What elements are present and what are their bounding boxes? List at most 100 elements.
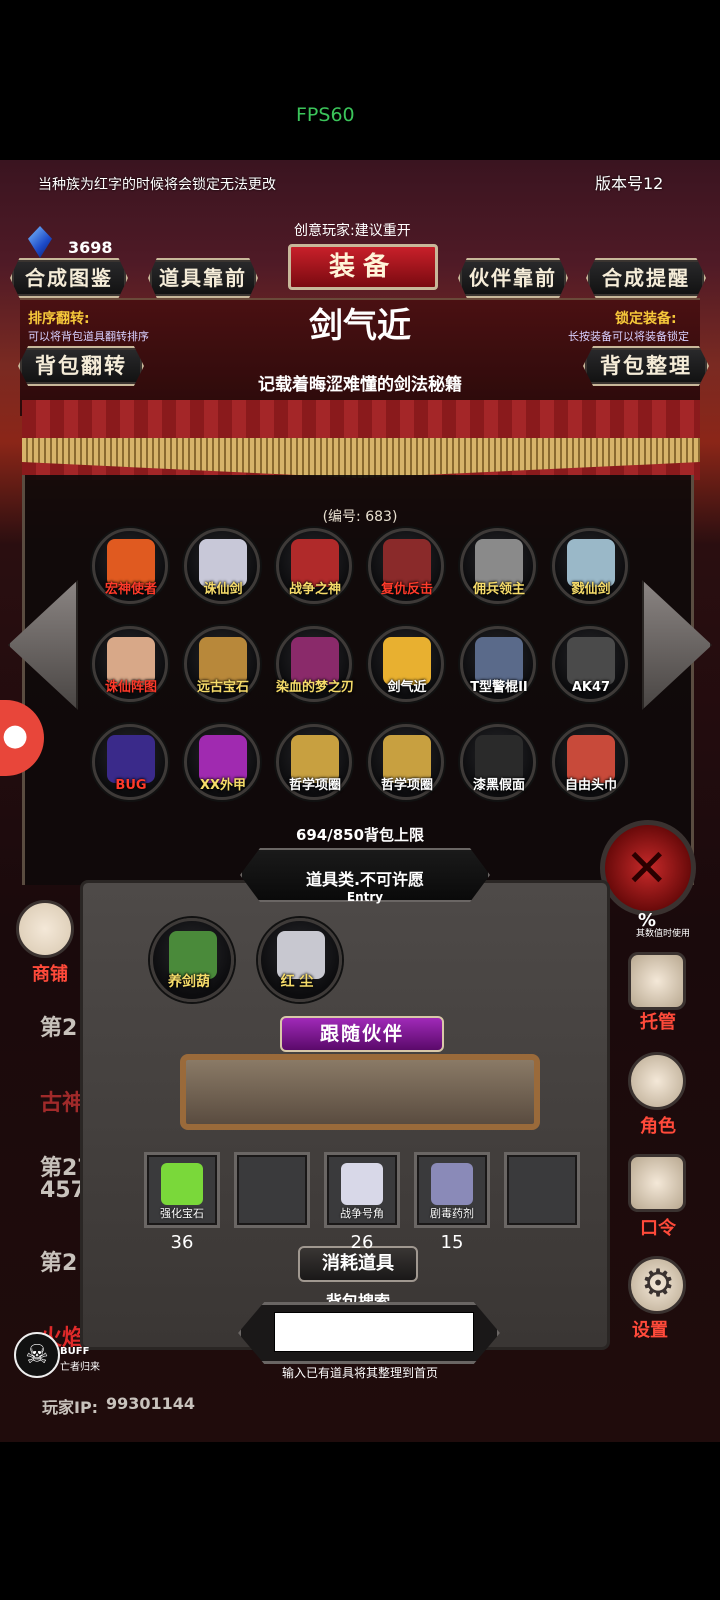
item-name: XX外甲 xyxy=(199,778,247,793)
inventory-slot[interactable]: 佣兵领主 xyxy=(460,528,536,604)
dice-icon[interactable] xyxy=(628,952,686,1010)
buff-label: BUFF xyxy=(60,1346,90,1357)
password-icon[interactable] xyxy=(628,1154,686,1212)
item-name: 宏神使者 xyxy=(104,582,157,597)
inventory-slot[interactable]: 诛仙剑 xyxy=(184,528,260,604)
inventory-slot[interactable]: 染血的梦之刃 xyxy=(276,626,354,702)
currency xyxy=(28,226,52,258)
selected-item-name: 剑气近 xyxy=(309,306,411,346)
inventory-slot[interactable]: T型警棍II xyxy=(460,626,536,702)
inventory-slot[interactable]: XX外甲 xyxy=(184,724,260,800)
shop-label[interactable]: 商铺 xyxy=(20,960,80,986)
version-label: 版本号12 xyxy=(595,174,664,193)
inventory-slot[interactable]: AK47 xyxy=(552,626,628,702)
equipped-slot[interactable]: 养剑葫 xyxy=(150,918,234,1002)
consumable-slot[interactable] xyxy=(504,1152,580,1228)
item-name: 复仇反击 xyxy=(380,582,433,597)
inventory-slot[interactable]: 哲学项圈 xyxy=(276,724,352,800)
item-name: 养剑葫 xyxy=(168,974,210,990)
item-name: 战争之神 xyxy=(288,582,341,597)
settings-label[interactable]: 设置 xyxy=(620,1316,680,1342)
item-name: 哲学项圈 xyxy=(380,778,433,793)
consumable-name: 剧毒药剂 xyxy=(430,1207,474,1220)
consumable-name: 战争号角 xyxy=(340,1207,384,1220)
password-label[interactable]: 口令 xyxy=(628,1214,688,1240)
inventory-slot[interactable]: 哲学项圈 xyxy=(368,724,444,800)
race-notice: 当种族为红字的时候将会锁定无法更改 xyxy=(38,177,276,193)
consumable-count: 36 xyxy=(170,1232,194,1253)
item-icon xyxy=(107,735,155,783)
item-name: 红 尘 xyxy=(280,974,314,990)
consumable-slot[interactable]: 剧毒药剂 xyxy=(414,1152,490,1228)
settings-icon[interactable]: ⚙ xyxy=(628,1256,686,1314)
buff-sub: 亡者归来 xyxy=(60,1362,100,1373)
inventory-slot[interactable]: 战争之神 xyxy=(276,528,352,604)
close-button[interactable]: ✕ xyxy=(600,820,696,916)
log-line: 第2 xyxy=(40,1016,78,1041)
items-first-button[interactable]: 道具靠前 xyxy=(148,258,258,298)
bag-capacity: 694/850背包上限 xyxy=(295,826,425,844)
inventory-slot[interactable]: 漆黑假面 xyxy=(460,724,536,800)
log-line: 第2 xyxy=(40,1251,78,1276)
role-label[interactable]: 角色 xyxy=(628,1112,688,1138)
fps-counter: FPS60 xyxy=(296,104,355,126)
rate-note: 其数值时使用 xyxy=(636,929,691,939)
creative-note: 创意玩家:建议重开 xyxy=(294,223,411,239)
item-name: AK47 xyxy=(571,680,611,695)
entry-sub: Entry xyxy=(346,890,384,904)
close-icon: ✕ xyxy=(625,839,669,899)
shop-icon[interactable] xyxy=(16,900,74,958)
inventory-slot[interactable]: BUG xyxy=(92,724,168,800)
consumable-count: 15 xyxy=(440,1232,464,1253)
consumable-name: 强化宝石 xyxy=(160,1207,204,1220)
gem-icon xyxy=(28,226,52,258)
inventory-slot[interactable]: 复仇反击 xyxy=(368,528,444,604)
item-name: 诛仙剑 xyxy=(203,582,243,597)
item-name: 剑气近 xyxy=(387,680,427,695)
item-icon xyxy=(161,1163,203,1205)
skull-icon[interactable]: ☠ xyxy=(14,1332,60,1378)
inventory-slot[interactable]: 剑气近 xyxy=(368,626,444,702)
partner-label: 跟随伙伴 xyxy=(280,1016,444,1052)
bag-flip-button[interactable]: 背包翻转 xyxy=(18,346,144,386)
compose-guide-button[interactable]: 合成图鉴 xyxy=(10,258,128,298)
item-icon xyxy=(431,1163,473,1205)
user-icon: ● xyxy=(2,718,29,753)
compose-remind-button[interactable]: 合成提醒 xyxy=(586,258,706,298)
item-name: 戮仙剑 xyxy=(571,582,611,597)
item-name: T型警棍II xyxy=(470,680,528,695)
role-icon[interactable] xyxy=(628,1052,686,1110)
bottom-bar xyxy=(0,1442,720,1600)
inventory-slot[interactable]: 戮仙剑 xyxy=(552,528,628,604)
item-name: BUG xyxy=(115,778,147,793)
item-id: (编号: 683) xyxy=(322,509,398,525)
item-name: 漆黑假面 xyxy=(472,778,525,793)
equipped-slot[interactable]: 红 尘 xyxy=(258,918,342,1002)
sort-flip-desc: 可以将背包道具翻转排序 xyxy=(28,330,149,343)
player-ip: 99301144 xyxy=(106,1394,196,1413)
item-name: 哲学项圈 xyxy=(288,778,341,793)
consumable-slot[interactable]: 战争号角 xyxy=(324,1152,400,1228)
inventory-slot[interactable]: 宏神使者 xyxy=(92,528,168,604)
partner-first-button[interactable]: 伙伴靠前 xyxy=(458,258,568,298)
status-bar: FPS60 xyxy=(0,0,720,160)
inventory-slot[interactable]: 自由头巾 xyxy=(552,724,628,800)
game-screen: 当种族为红字的时候将会锁定无法更改 版本号12 第2 古神之 第27 457 第… xyxy=(0,160,720,1442)
inventory-slot[interactable]: 诛仙阵图 xyxy=(92,626,168,702)
player-ip-label: 玩家IP: xyxy=(42,1398,99,1417)
consumable-slot[interactable]: 强化宝石 xyxy=(144,1152,220,1228)
item-icon xyxy=(567,637,615,685)
lock-equip-desc: 长按装备可以将装备锁定 xyxy=(568,330,689,343)
inventory-slot[interactable]: 远古宝石 xyxy=(184,626,260,702)
sort-flip-title: 排序翻转: xyxy=(28,311,90,327)
item-name: 远古宝石 xyxy=(196,680,249,695)
entry-title: 道具类.不可许愿 xyxy=(305,870,425,889)
lock-equip-title: 锁定装备: xyxy=(615,311,677,327)
item-icon xyxy=(341,1163,383,1205)
search-hint: 输入已有道具将其整理到首页 xyxy=(281,1366,438,1380)
consumable-slot[interactable] xyxy=(234,1152,310,1228)
search-input[interactable] xyxy=(274,1312,474,1352)
bag-sort-button[interactable]: 背包整理 xyxy=(583,346,709,386)
partner-slot[interactable] xyxy=(180,1054,540,1130)
manage-label[interactable]: 托管 xyxy=(628,1008,688,1034)
